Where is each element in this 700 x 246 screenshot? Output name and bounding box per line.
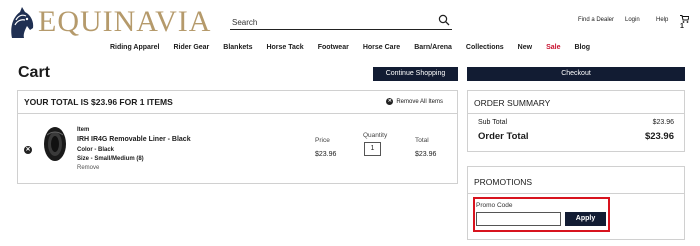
apply-promo-button[interactable]: Apply (565, 212, 606, 226)
item-remove-link[interactable]: Remove (77, 165, 99, 171)
nav-item-footwear[interactable]: Footwear (318, 44, 349, 56)
login-link[interactable]: Login (625, 17, 640, 23)
quantity-input[interactable]: 1 (364, 142, 381, 156)
cart-icon (680, 15, 690, 23)
remove-item-icon[interactable]: ✕ (24, 146, 32, 154)
remove-all-button[interactable]: ✕ Remove All Items (386, 98, 443, 105)
item-heading: Item (77, 127, 90, 133)
quantity-label: Quantity (363, 132, 388, 139)
search-icon[interactable] (438, 14, 450, 26)
product-image[interactable] (41, 125, 69, 163)
remove-all-label: Remove All Items (396, 98, 443, 105)
item-color: Color - Black (77, 147, 115, 153)
order-summary-panel: ORDER SUMMARY Sub Total $23.96 Order Tot… (467, 90, 685, 152)
subtotal-value: $23.96 (652, 119, 674, 126)
line-total-label: Total (415, 137, 429, 144)
nav-item-horse-care[interactable]: Horse Care (363, 44, 400, 56)
subtotal-label: Sub Total (478, 119, 508, 126)
promo-code-label: Promo Code (476, 202, 513, 209)
find-dealer-link[interactable]: Find a Dealer (578, 17, 614, 23)
horse-head-icon[interactable] (6, 6, 36, 40)
nav-item-blankets[interactable]: Blankets (223, 44, 252, 56)
search-bar[interactable] (230, 12, 452, 31)
order-summary-title: ORDER SUMMARY (474, 98, 551, 108)
nav-item-riding-apparel[interactable]: Riding Apparel (110, 44, 160, 56)
help-link[interactable]: Help (656, 17, 668, 23)
cart-count: 1 (680, 23, 684, 30)
nav-item-new[interactable]: New (518, 44, 532, 56)
nav-item-horse-tack[interactable]: Horse Tack (266, 44, 303, 56)
price-value: $23.96 (315, 151, 337, 158)
nav-item-barn-arena[interactable]: Barn/Arena (414, 44, 452, 56)
line-total-value: $23.96 (415, 151, 437, 158)
order-total-value: $23.96 (644, 131, 674, 142)
promotions-panel: PROMOTIONS Promo Code Apply (467, 166, 685, 240)
continue-shopping-button[interactable]: Continue Shopping (373, 67, 458, 81)
cart-header: YOUR TOTAL IS $23.96 FOR 1 ITEMS ✕ Remov… (18, 91, 457, 114)
checkout-button[interactable]: Checkout (467, 67, 685, 81)
order-total-label: Order Total (478, 131, 529, 142)
cart-link[interactable]: 1 (680, 15, 692, 30)
page-title: Cart (18, 64, 51, 81)
remove-circle-icon: ✕ (386, 98, 394, 105)
order-summary-header: ORDER SUMMARY (468, 91, 684, 114)
search-input[interactable] (230, 14, 434, 31)
nav-item-rider-gear[interactable]: Rider Gear (173, 44, 209, 56)
promo-code-input[interactable] (476, 212, 561, 226)
cart-panel: YOUR TOTAL IS $23.96 FOR 1 ITEMS ✕ Remov… (17, 90, 458, 184)
nav-item-sale[interactable]: Sale (546, 44, 560, 56)
item-size: Size - Small/Medium (8) (77, 156, 144, 162)
promotions-title: PROMOTIONS (474, 177, 533, 187)
nav-item-blog[interactable]: Blog (574, 44, 590, 56)
cart-total-summary: YOUR TOTAL IS $23.96 FOR 1 ITEMS (24, 97, 173, 107)
main-nav: Riding Apparel Rider Gear Blankets Horse… (0, 44, 700, 56)
brand-logo-text[interactable]: EQUINAVIA (38, 5, 211, 39)
nav-item-collections[interactable]: Collections (466, 44, 504, 56)
price-label: Price (315, 137, 330, 144)
promotions-header: PROMOTIONS (468, 167, 684, 194)
item-name[interactable]: IRH IR4G Removable Liner - Black (77, 136, 191, 143)
